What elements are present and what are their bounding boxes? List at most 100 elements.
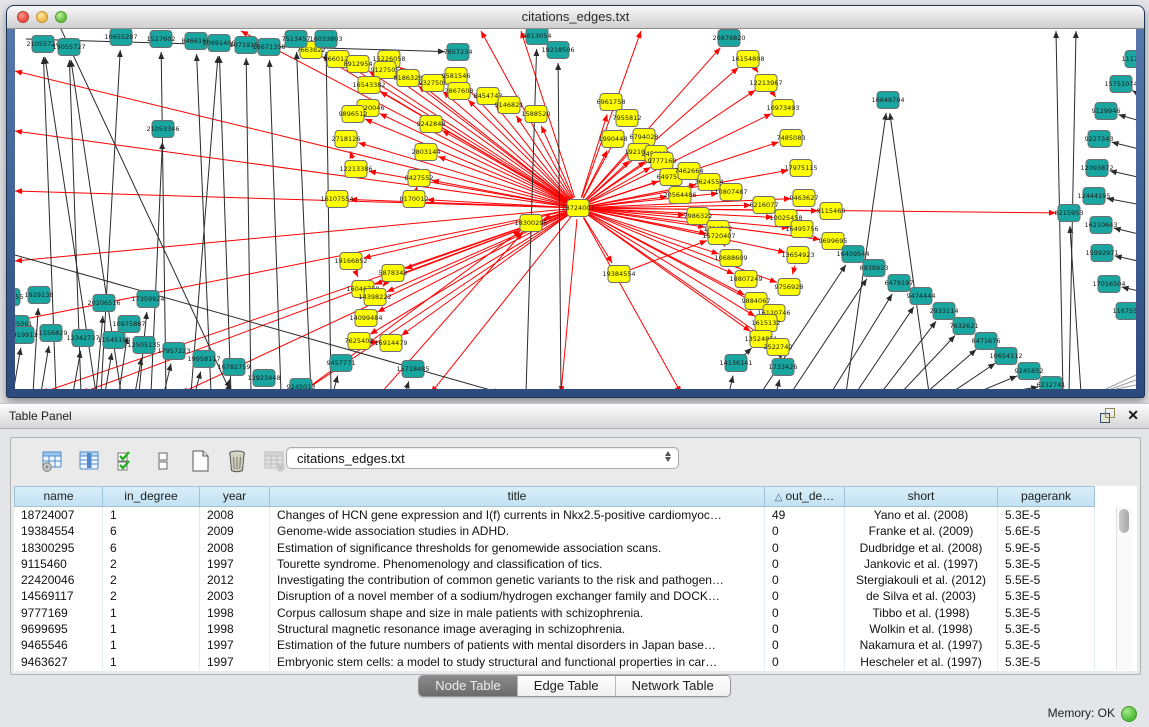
table-row[interactable]: 1456911722003Disruption of a novel membe… xyxy=(14,588,1095,604)
graph-node[interactable]: 16210643 xyxy=(1084,217,1117,234)
table-row[interactable]: 1830029562008Estimation of significance … xyxy=(14,540,1095,556)
column-header-out_de[interactable]: △out_de… xyxy=(765,486,845,507)
tab-network-table[interactable]: Network Table xyxy=(616,676,730,696)
graph-node[interactable]: 9756928 xyxy=(775,279,804,296)
graph-node[interactable]: 9242848 xyxy=(417,116,446,133)
graph-node[interactable]: 7513457 xyxy=(282,31,311,48)
graph-node[interactable]: 6232741 xyxy=(1037,377,1066,390)
graph-node[interactable]: 9474444 xyxy=(907,288,936,305)
graph-node[interactable]: 9777169 xyxy=(648,153,677,170)
graph-node[interactable]: 7955812 xyxy=(613,110,642,127)
graph-node[interactable]: 9245852 xyxy=(1015,363,1044,380)
graph-node[interactable]: 2933114 xyxy=(930,303,959,320)
table-row[interactable]: 969969511998Structural magnetic resonanc… xyxy=(14,621,1095,637)
graph-node[interactable]: 16782759 xyxy=(217,359,250,376)
table-row[interactable]: 946554611997Estimation of the future num… xyxy=(14,637,1095,653)
graph-node[interactable]: 7485083 xyxy=(777,130,806,147)
graph-node[interactable]: 12213967 xyxy=(749,75,782,92)
graph-node[interactable]: 9896512 xyxy=(339,106,368,123)
graph-node[interactable]: 19166852 xyxy=(334,253,367,270)
table-row[interactable]: 1872400712008Changes of HCN gene express… xyxy=(14,507,1095,523)
new-table-icon[interactable] xyxy=(187,448,213,474)
graph-node[interactable]: 19958117 xyxy=(187,351,220,368)
graph-node[interactable]: 2522740 xyxy=(764,339,793,356)
graph-node[interactable]: 16914479 xyxy=(374,335,407,352)
graph-node[interactable]: 12093872 xyxy=(1080,160,1113,177)
select-all-icon[interactable] xyxy=(113,448,139,474)
graph-node[interactable]: 15718485 xyxy=(396,361,429,378)
graph-node[interactable]: 9227343 xyxy=(1085,131,1114,148)
graph-node[interactable]: 7625402 xyxy=(345,333,374,350)
graph-node[interactable]: 12342737 xyxy=(66,330,99,347)
graph-node[interactable]: 7857234 xyxy=(444,44,473,61)
graph-node[interactable]: 9463627 xyxy=(790,190,819,207)
graph-node[interactable]: 21053346 xyxy=(146,121,179,138)
graph-node[interactable]: 8813054 xyxy=(523,29,552,45)
graph-node[interactable]: 8912954 xyxy=(344,56,373,73)
delete-icon[interactable] xyxy=(224,448,250,474)
table-row[interactable]: 1938455462009Genome-wide association stu… xyxy=(14,523,1095,539)
graph-node[interactable]: 16648794 xyxy=(871,92,904,109)
table-selector-dropdown[interactable]: citations_edges.txt xyxy=(286,447,679,469)
tab-node-table[interactable]: Node Table xyxy=(419,676,518,696)
graph-node[interactable]: 2226055 xyxy=(15,289,23,306)
graph-node[interactable]: 2718126 xyxy=(332,131,361,148)
close-panel-icon[interactable]: ✕ xyxy=(1127,408,1139,423)
graph-node[interactable]: 19384554 xyxy=(602,266,635,283)
graph-node[interactable]: 12505135 xyxy=(127,337,160,354)
graph-node[interactable]: 10655287 xyxy=(104,29,137,46)
graph-node[interactable]: 20876820 xyxy=(712,30,745,47)
table-row[interactable]: 911546021997Tourette syndrome. Phenomeno… xyxy=(14,556,1095,572)
modify-table-icon[interactable] xyxy=(39,448,65,474)
graph-node[interactable]: 1733426 xyxy=(769,359,798,376)
graph-node[interactable]: 2803144 xyxy=(412,144,441,161)
network-window-titlebar[interactable]: citations_edges.txt xyxy=(7,6,1144,29)
graph-node[interactable]: 1588520 xyxy=(522,106,551,123)
float-panel-icon[interactable] xyxy=(1100,408,1115,423)
graph-node[interactable]: 1990448 xyxy=(599,131,628,148)
network-canvas[interactable]: 1872400776638229660123891295415226058912… xyxy=(15,29,1136,389)
graph-node[interactable]: 17016504 xyxy=(1092,276,1125,293)
graph-node[interactable]: 9457771 xyxy=(327,355,356,372)
column-header-year[interactable]: year xyxy=(200,486,270,507)
graph-node[interactable]: 15992971 xyxy=(1085,245,1118,262)
table-row[interactable]: 2242004622012Investigating the contribut… xyxy=(14,572,1095,588)
graph-node[interactable]: 9245013 xyxy=(287,379,316,390)
graph-node[interactable]: 9129946 xyxy=(1092,103,1121,120)
graph-node[interactable]: 7632621 xyxy=(950,318,979,335)
graph-node[interactable]: 10654112 xyxy=(989,348,1022,365)
graph-node[interactable]: 20206516 xyxy=(87,295,120,312)
graph-node[interactable]: 10688609 xyxy=(714,250,747,267)
graph-node[interactable]: 6961758 xyxy=(597,94,626,111)
graph-node[interactable]: 9581546 xyxy=(442,68,471,85)
column-header-name[interactable]: name xyxy=(14,486,103,507)
graph-node[interactable]: 2867608 xyxy=(445,83,474,100)
graph-node[interactable]: 11156829 xyxy=(34,325,67,342)
graph-node[interactable]: 8938923 xyxy=(860,260,889,277)
graph-node[interactable]: 9115460 xyxy=(817,203,846,220)
memory-status-led[interactable] xyxy=(1121,706,1137,722)
graph-node[interactable]: 15751074 xyxy=(1104,76,1136,93)
graph-node[interactable]: 17975115 xyxy=(784,160,817,177)
graph-node[interactable]: 8170012 xyxy=(400,191,429,208)
graph-node[interactable]: 6794028 xyxy=(630,129,659,146)
select-column-icon[interactable] xyxy=(76,448,102,474)
graph-node[interactable]: 12444195 xyxy=(1077,188,1110,205)
graph-node[interactable]: 16107554 xyxy=(320,191,353,208)
column-header-pagerank[interactable]: pagerank xyxy=(998,486,1095,507)
graph-node[interactable]: 18807249 xyxy=(729,271,762,288)
graph-node[interactable]: 20564486 xyxy=(663,187,696,204)
table-row[interactable]: 977716911998Corpus callosum shape and si… xyxy=(14,605,1095,621)
graph-node[interactable]: 10975887 xyxy=(112,316,145,333)
graph-node[interactable]: 1615132 xyxy=(752,315,781,332)
table-row[interactable]: 946362711997Embryonic stem cells: a mode… xyxy=(14,654,1095,670)
graph-node[interactable]: 12213386 xyxy=(339,161,372,178)
graph-node[interactable]: 8215953 xyxy=(1055,205,1084,222)
unselect-all-icon[interactable] xyxy=(150,448,176,474)
graph-node[interactable]: 8427552 xyxy=(405,170,434,187)
citation-graph[interactable]: 1872400776638229660123891295415226058912… xyxy=(15,29,1136,389)
graph-node[interactable]: 14136141 xyxy=(719,355,752,372)
graph-node[interactable]: 1117234 xyxy=(1122,51,1136,68)
graph-node[interactable]: 5878342 xyxy=(379,265,408,282)
graph-node[interactable]: 17957223 xyxy=(157,343,190,360)
